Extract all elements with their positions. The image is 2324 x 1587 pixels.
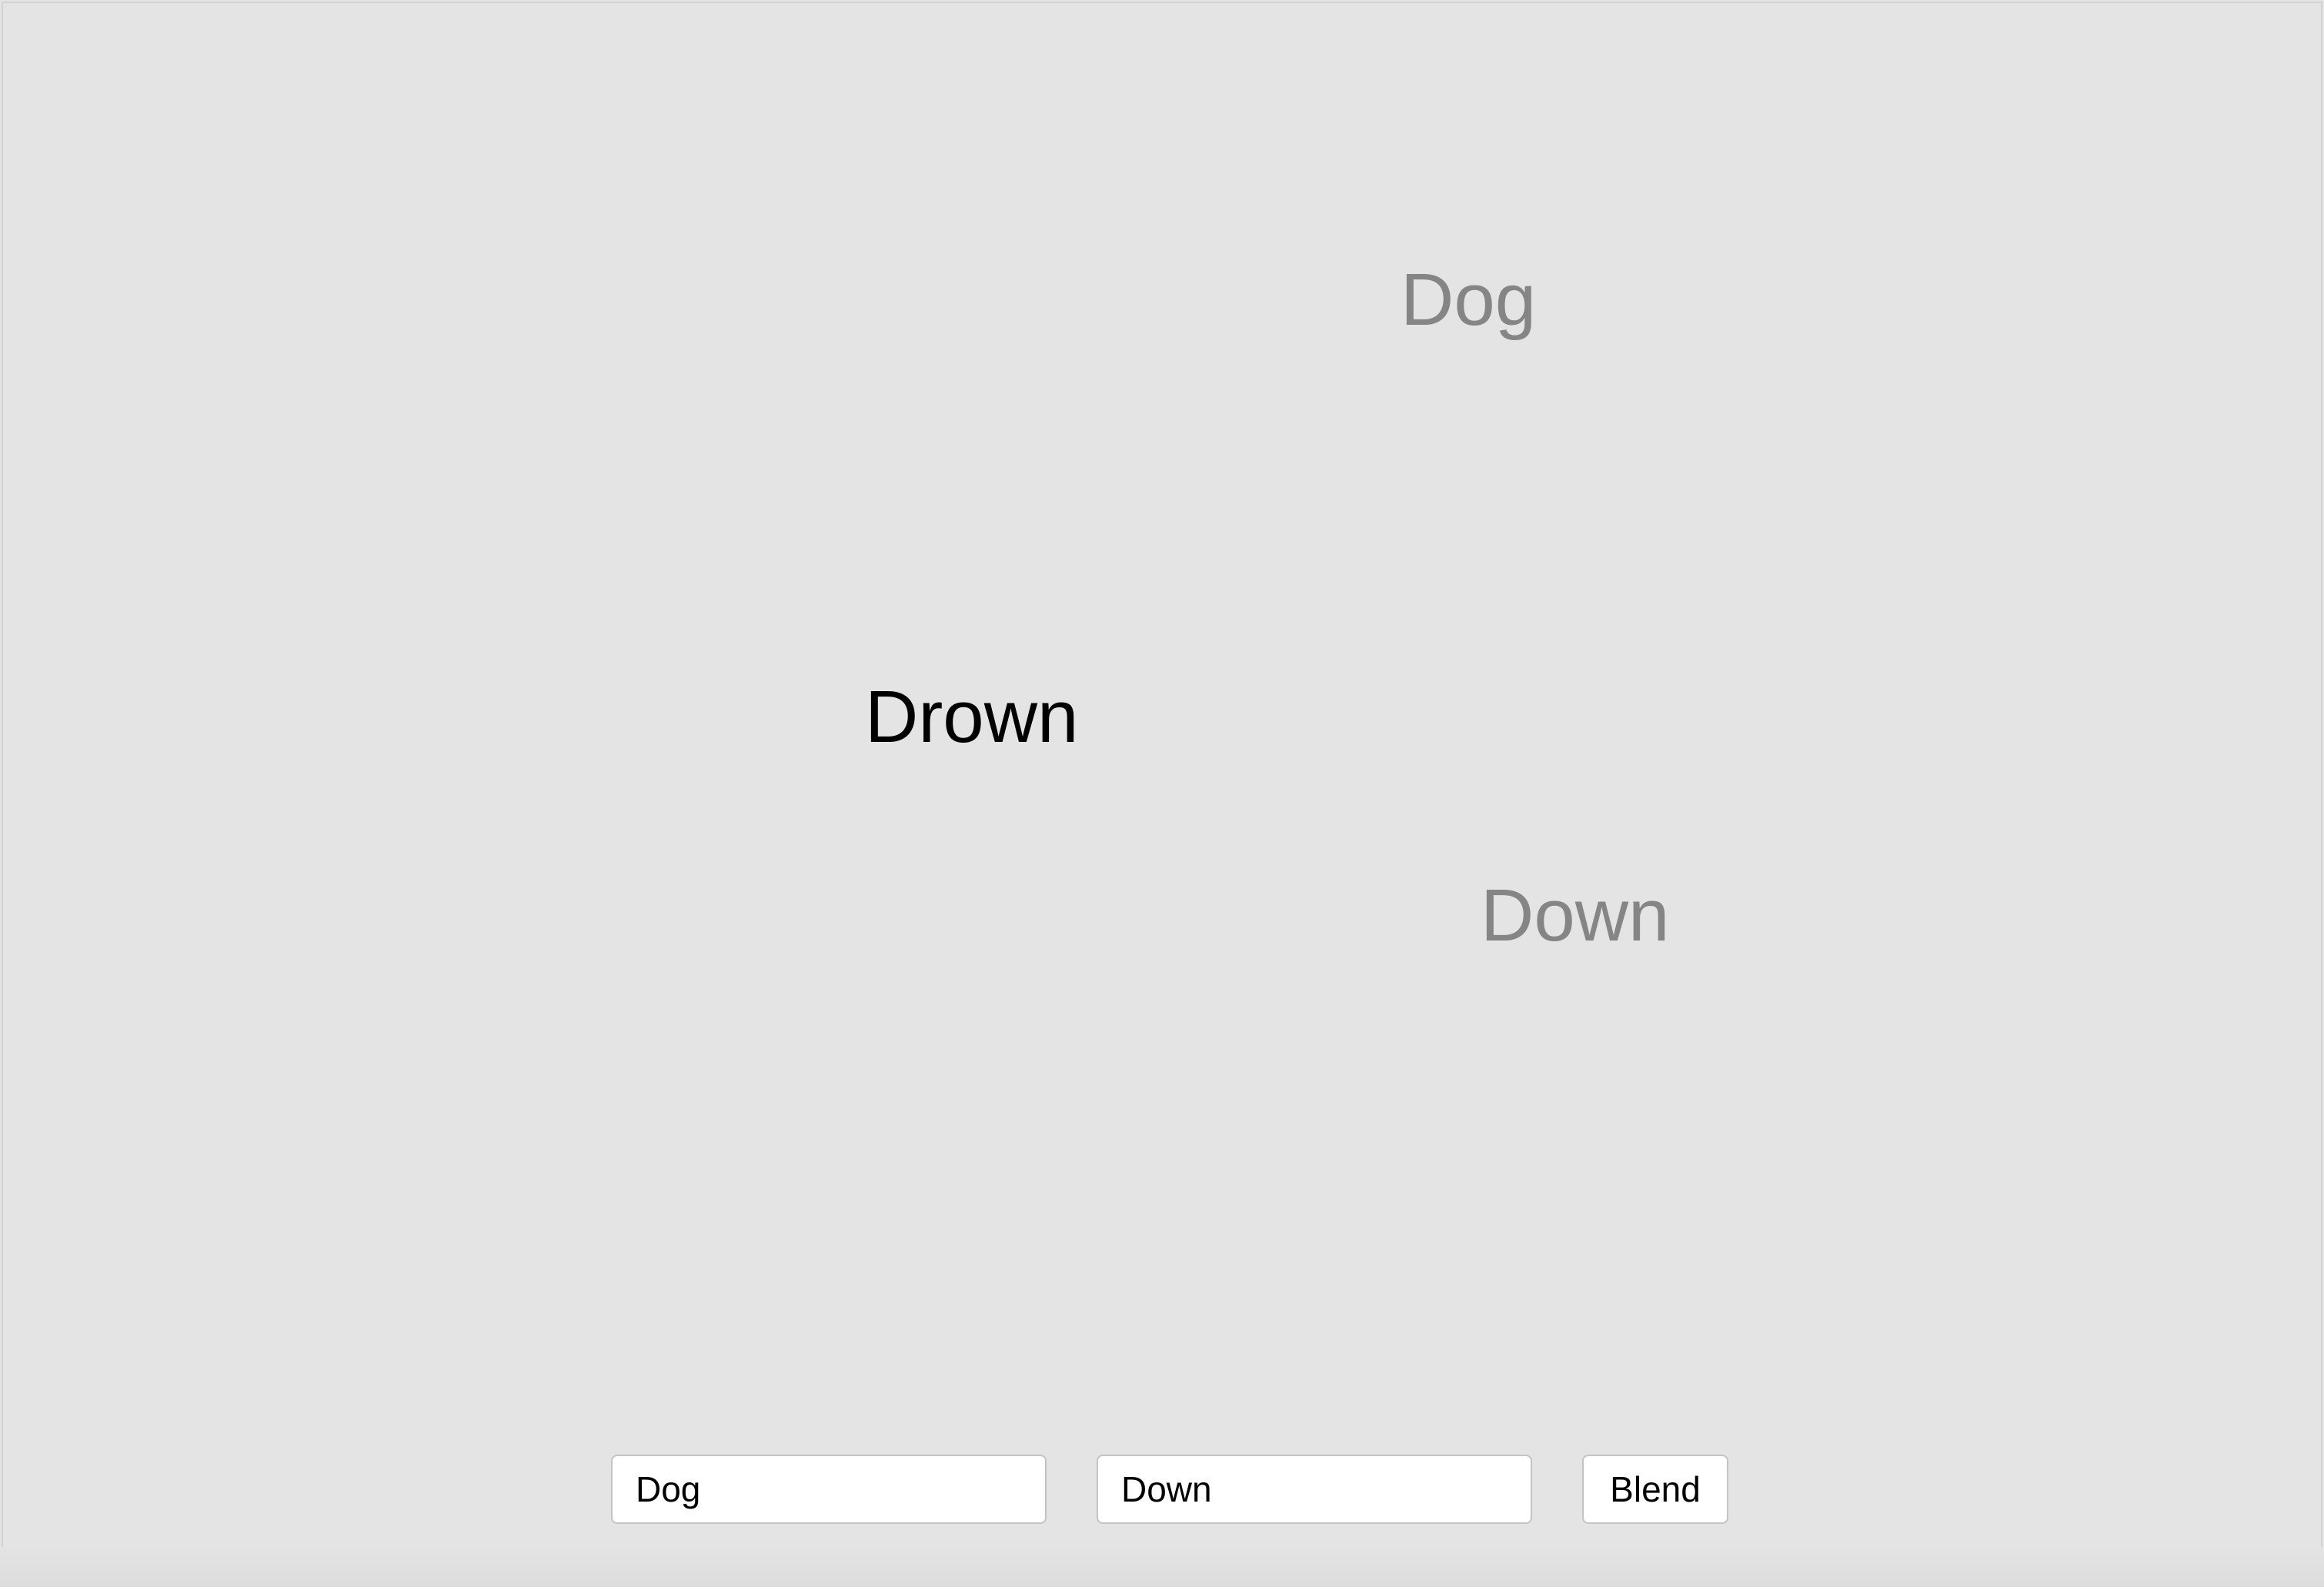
input-word-a-label: Dog bbox=[1401, 259, 1537, 341]
blend-button[interactable]: Blend bbox=[1582, 1455, 1728, 1524]
bottom-shade bbox=[0, 1547, 2324, 1587]
input-word-b-label: Down bbox=[1481, 874, 1670, 957]
second-word-input[interactable] bbox=[1097, 1455, 1532, 1524]
first-word-input[interactable] bbox=[611, 1455, 1047, 1524]
blend-canvas: Dog Drown Down bbox=[2, 2, 2322, 1585]
blended-word-label: Drown bbox=[865, 676, 1079, 758]
controls-bar: Blend bbox=[0, 1455, 2324, 1525]
